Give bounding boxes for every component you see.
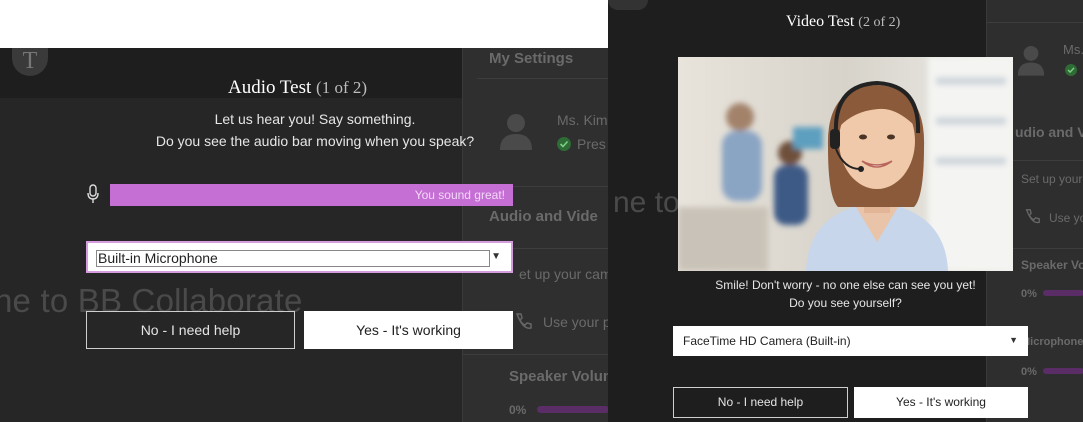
audio-level-label: You sound great! bbox=[414, 188, 505, 202]
video-test-window: Ms. udio and V Set up your Use yo Speake… bbox=[608, 0, 1083, 422]
audio-level-bar: You sound great! bbox=[110, 184, 513, 206]
presence-status: Pres bbox=[577, 136, 606, 152]
instruction-line-2: Do you see yourself? bbox=[789, 296, 902, 310]
yes-working-button[interactable]: Yes - It's working bbox=[304, 311, 513, 349]
step-indicator: (2 of 2) bbox=[858, 15, 901, 30]
settings-panel: My Settings Ms. Kim Pres Audio and Vide … bbox=[462, 48, 608, 422]
setup-camera-text: et up your cam bbox=[519, 266, 608, 282]
camera-select[interactable]: FaceTime HD Camera (Built-in) ▼ bbox=[673, 326, 1028, 356]
microphone-volume-label: Microphone bbox=[1021, 336, 1083, 348]
divider bbox=[463, 354, 608, 355]
use-phone-text: Use yo bbox=[1049, 211, 1083, 225]
speaker-volume-label: Speaker Vo bbox=[1021, 258, 1083, 272]
speaker-volume-value: 0% bbox=[1021, 288, 1037, 300]
avatar-icon bbox=[1017, 46, 1045, 76]
phone-icon bbox=[515, 313, 532, 329]
phone-icon bbox=[1025, 209, 1040, 224]
user-name: Ms. Kim bbox=[557, 112, 608, 128]
microphone-icon bbox=[87, 184, 99, 203]
collaborate-logo-icon bbox=[608, 0, 648, 10]
title-text: Video Test bbox=[786, 13, 855, 30]
microphone-select-value: Built-in Microphone bbox=[98, 250, 218, 266]
speaker-volume-label: Speaker Volume bbox=[509, 368, 608, 385]
settings-title: My Settings bbox=[489, 50, 574, 67]
presence-check-icon bbox=[1065, 64, 1077, 76]
instruction-line-2: Do you see the audio bar moving when you… bbox=[155, 133, 475, 149]
camera-preview bbox=[678, 57, 1013, 271]
audio-test-title: Audio Test (1 of 2) bbox=[228, 77, 367, 99]
yes-working-button[interactable]: Yes - It's working bbox=[854, 387, 1028, 418]
instruction-line-1: Let us hear you! Say something. bbox=[214, 111, 416, 127]
session-background bbox=[0, 48, 462, 422]
speaker-volume-value: 0% bbox=[509, 403, 527, 417]
instruction-line-1: Smile! Don't worry - no one else can see… bbox=[715, 278, 976, 292]
welcome-text: ne to bbox=[613, 186, 680, 219]
speaker-volume-slider bbox=[537, 406, 608, 413]
camera-select-value: FaceTime HD Camera (Built-in) bbox=[683, 334, 851, 348]
divider bbox=[987, 22, 1083, 23]
presence-check-icon bbox=[557, 137, 571, 151]
no-help-button[interactable]: No - I need help bbox=[673, 387, 848, 418]
audio-test-window: ne to BB Collaborate T My Settings Ms. K… bbox=[0, 48, 608, 422]
no-help-button[interactable]: No - I need help bbox=[86, 311, 295, 349]
microphone-select[interactable]: Built-in Microphone ▼ bbox=[86, 241, 513, 273]
title-text: Audio Test bbox=[228, 77, 312, 98]
microphone-volume-slider bbox=[1043, 368, 1083, 374]
video-test-title: Video Test (2 of 2) bbox=[786, 13, 900, 31]
setup-camera-text: Set up your bbox=[1021, 172, 1083, 186]
divider bbox=[477, 78, 608, 79]
chevron-down-icon: ▼ bbox=[1009, 335, 1018, 345]
microphone-volume-value: 0% bbox=[1021, 366, 1037, 378]
speaker-volume-slider bbox=[1043, 290, 1083, 296]
user-name: Ms. bbox=[1063, 42, 1083, 57]
chevron-down-icon: ▼ bbox=[491, 251, 501, 262]
use-phone-text: Use your p bbox=[543, 314, 608, 330]
step-indicator: (1 of 2) bbox=[316, 78, 368, 97]
audio-video-section-title: udio and V bbox=[1015, 124, 1083, 140]
audio-video-section-title: Audio and Vide bbox=[489, 208, 598, 225]
